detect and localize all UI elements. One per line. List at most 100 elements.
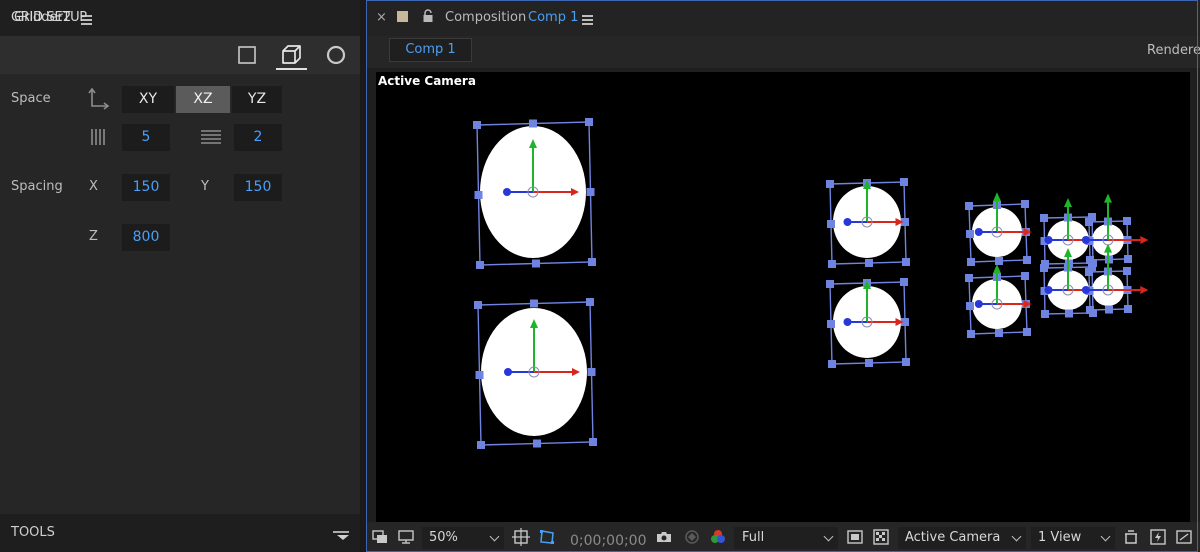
transparency-grid-icon[interactable]: [872, 528, 890, 546]
layer-4-handle-1[interactable]: [826, 280, 834, 288]
layer-4-handle-2[interactable]: [900, 278, 908, 286]
tools-menu-icon[interactable]: [331, 528, 351, 542]
layer-1-handle-5[interactable]: [529, 119, 537, 128]
layer-5-y-arrow[interactable]: [993, 192, 1001, 202]
zoom-dropdown[interactable]: 50%: [422, 527, 504, 549]
layer-10-handle-1[interactable]: [1085, 268, 1093, 276]
layer-6-y-arrow[interactable]: [993, 264, 1001, 274]
fit-frame-icon[interactable]: [512, 528, 530, 546]
layer-5-handle-7[interactable]: [995, 257, 1003, 265]
layer-10-x-arrow[interactable]: [1140, 286, 1149, 294]
layer-10-z-handle[interactable]: [1081, 286, 1090, 294]
spacing-x-field[interactable]: 150: [122, 174, 170, 201]
columns-field[interactable]: 5: [122, 124, 170, 151]
layer-8-handle-7[interactable]: [1065, 309, 1073, 318]
layer-10-handle-3[interactable]: [1124, 305, 1132, 313]
layer-3-handle-3[interactable]: [902, 258, 910, 266]
layer-1-handle-4[interactable]: [476, 261, 484, 269]
layer-9-x-arrow[interactable]: [1140, 236, 1149, 244]
layer-7-y-arrow[interactable]: [1064, 198, 1072, 207]
layer-4-handle-3[interactable]: [902, 358, 910, 366]
exposure-icon[interactable]: [1175, 528, 1193, 546]
layer-3-handle-2[interactable]: [900, 178, 908, 186]
layer-4-handle-7[interactable]: [865, 359, 873, 367]
lock-icon[interactable]: [422, 9, 434, 23]
renderer-label[interactable]: Rendere: [1147, 43, 1200, 58]
layer-1-handle-7[interactable]: [532, 259, 540, 268]
layer-9-handle-1[interactable]: [1085, 218, 1093, 226]
layer-2-handle-4[interactable]: [477, 441, 485, 449]
layer-2-handle-3[interactable]: [589, 438, 597, 446]
plane-xz-button[interactable]: XZ: [176, 86, 230, 113]
layer-9-y-arrow[interactable]: [1104, 193, 1112, 203]
layer-1-handle-2[interactable]: [585, 118, 593, 126]
layer-6-handle-7[interactable]: [995, 329, 1003, 337]
layer-5-handle-3[interactable]: [1023, 256, 1031, 264]
layer-2-handle-1[interactable]: [474, 301, 482, 309]
layer-9-handle-4[interactable]: [1086, 256, 1094, 264]
layer-9-handle-2[interactable]: [1123, 217, 1131, 225]
square-icon[interactable]: [236, 44, 258, 66]
layer-10-handle-7[interactable]: [1105, 305, 1113, 314]
composition-name[interactable]: Comp 1: [528, 10, 578, 25]
comp-tab[interactable]: Comp 1: [389, 38, 472, 62]
always-preview-icon[interactable]: [371, 528, 389, 546]
layer-1-handle-3[interactable]: [588, 258, 596, 266]
layer-3-handle-4[interactable]: [828, 260, 836, 268]
camera-snapshot-icon[interactable]: [655, 528, 673, 546]
layer-3-handle-1[interactable]: [826, 180, 834, 188]
layer-8-handle-1[interactable]: [1040, 264, 1048, 272]
circle-icon[interactable]: [325, 44, 347, 66]
layer-5-z-handle[interactable]: [974, 228, 983, 236]
layer-2-handle-6[interactable]: [587, 368, 596, 376]
scene-canvas[interactable]: [376, 72, 1190, 522]
layer-9-handle-3[interactable]: [1124, 255, 1132, 263]
show-snapshot-icon[interactable]: [683, 528, 701, 546]
rows-field[interactable]: 2: [234, 124, 282, 151]
layer-6-handle-2[interactable]: [1021, 272, 1029, 280]
share-view-options-icon[interactable]: [1122, 528, 1140, 546]
layer-5-handle-4[interactable]: [967, 258, 975, 266]
layer-3-handle-7[interactable]: [865, 259, 873, 267]
layer-1-handle-6[interactable]: [586, 188, 595, 196]
cube-icon[interactable]: [280, 44, 302, 66]
reset-exposure-icon[interactable]: [1149, 528, 1167, 546]
layer-1-handle-8[interactable]: [474, 191, 483, 199]
layer-4-handle-8[interactable]: [827, 320, 835, 328]
layer-8-z-handle[interactable]: [1044, 286, 1053, 294]
composition-menu-icon[interactable]: [582, 15, 593, 25]
layer-4-handle-4[interactable]: [828, 360, 836, 368]
spacing-y-field[interactable]: 150: [234, 174, 282, 201]
layer-2-handle-7[interactable]: [533, 439, 541, 448]
layer-5-handle-2[interactable]: [1021, 200, 1029, 208]
layer-4-z-handle[interactable]: [843, 318, 852, 326]
layer-6-handle-1[interactable]: [965, 274, 973, 282]
layer-10-handle-2[interactable]: [1123, 267, 1131, 275]
layer-9-z-handle[interactable]: [1081, 236, 1090, 244]
layer-8-handle-4[interactable]: [1041, 310, 1049, 318]
layer-2-handle-5[interactable]: [530, 299, 538, 308]
resolution-dropdown[interactable]: Full: [734, 527, 838, 549]
layer-7-z-handle[interactable]: [1044, 236, 1053, 244]
layer-2-z-handle[interactable]: [504, 368, 512, 376]
layer-5-handle-1[interactable]: [965, 202, 973, 210]
spacing-z-field[interactable]: 800: [122, 224, 170, 251]
color-channels-icon[interactable]: [709, 528, 727, 546]
mask-path-icon[interactable]: [538, 528, 556, 546]
layer-5-handle-8[interactable]: [966, 230, 974, 238]
view-layout-dropdown[interactable]: 1 View: [1031, 527, 1115, 549]
camera-view-dropdown[interactable]: Active Camera: [898, 527, 1026, 549]
region-of-interest-icon[interactable]: [846, 528, 864, 546]
plane-yz-button[interactable]: YZ: [232, 86, 282, 113]
plane-xy-button[interactable]: XY: [122, 86, 174, 113]
layer-6-handle-4[interactable]: [967, 330, 975, 338]
layer-2-handle-8[interactable]: [475, 371, 484, 379]
layer-1-z-handle[interactable]: [503, 188, 511, 196]
layer-6-z-handle[interactable]: [974, 300, 983, 308]
layer-6-handle-3[interactable]: [1023, 328, 1031, 336]
layer-3-handle-8[interactable]: [827, 220, 835, 228]
layer-3-z-handle[interactable]: [843, 218, 852, 226]
timecode-display[interactable]: 0;00;00;00: [570, 533, 647, 549]
layer-2-handle-2[interactable]: [586, 298, 594, 306]
monitor-icon[interactable]: [397, 528, 415, 546]
